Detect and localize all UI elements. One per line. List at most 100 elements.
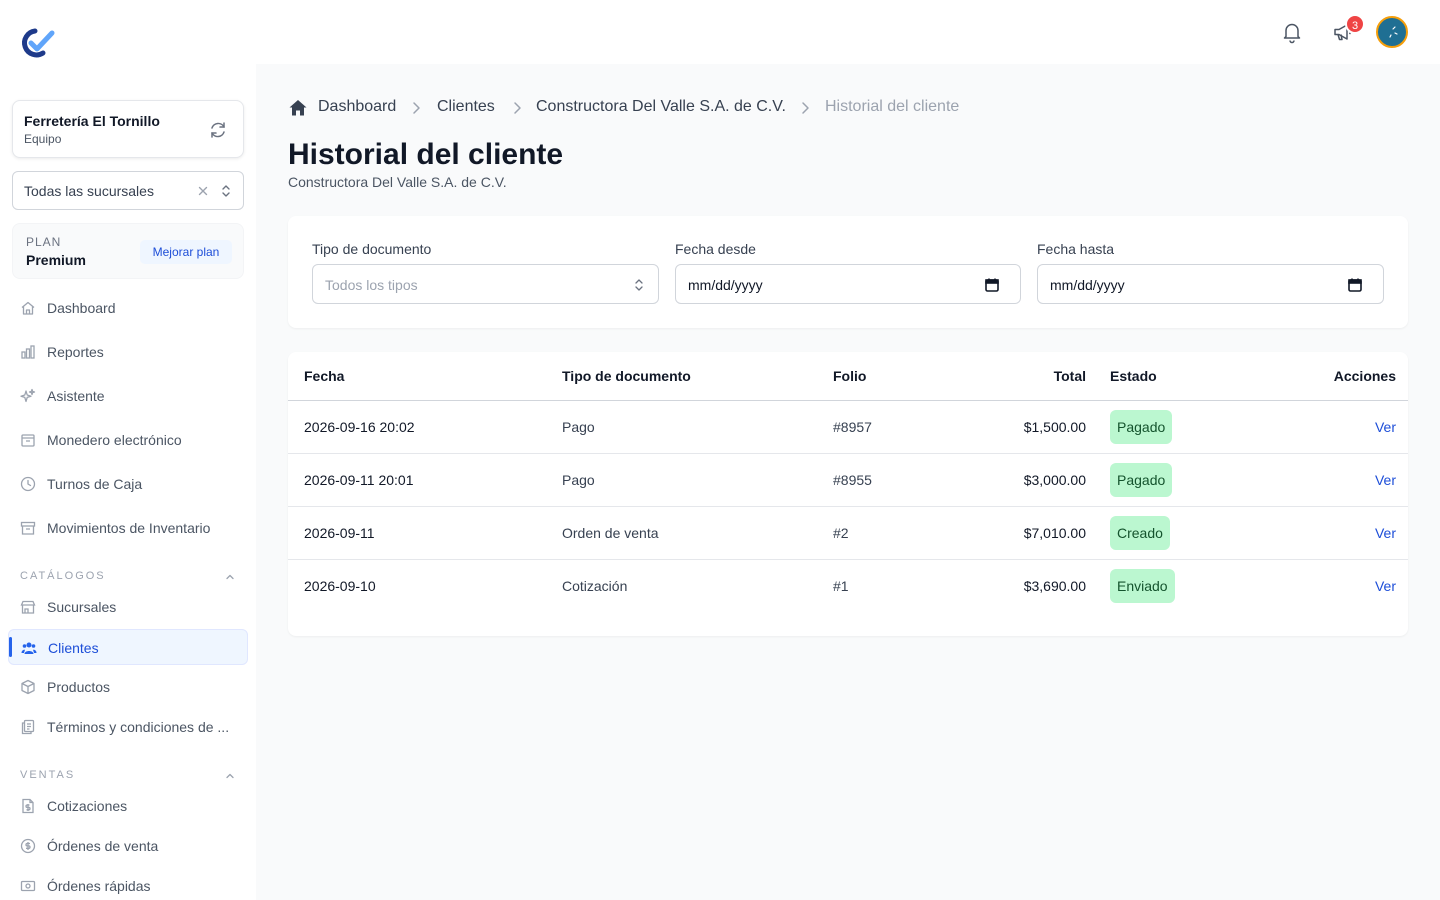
page-title: Historial del cliente bbox=[288, 138, 564, 171]
clear-icon[interactable] bbox=[195, 183, 211, 199]
breadcrumb-link-clientes[interactable]: Clientes bbox=[437, 98, 495, 116]
dollar-circle-icon bbox=[20, 838, 36, 854]
sidebar-item-label: Reportes bbox=[47, 344, 104, 360]
plan-name: Premium bbox=[26, 252, 86, 268]
sidebar-item-label: Monedero electrónico bbox=[47, 432, 182, 448]
cell-folio: #8957 bbox=[833, 419, 872, 435]
sidebar-item-productos[interactable]: Productos bbox=[8, 669, 248, 705]
table-row: 2026-09-10 Cotización #1 $3,690.00 Envia… bbox=[288, 560, 1408, 613]
home-icon[interactable] bbox=[288, 98, 308, 118]
sidebar-item-label: Asistente bbox=[47, 388, 105, 404]
sidebar-item-turnos[interactable]: Turnos de Caja bbox=[8, 466, 248, 502]
column-header-folio[interactable]: Folio bbox=[833, 368, 866, 384]
branch-select[interactable]: Todas las sucursales bbox=[12, 171, 244, 210]
sidebar-item-monedero[interactable]: Monedero electrónico bbox=[8, 422, 248, 458]
sidebar-item-cotizaciones[interactable]: Cotizaciones bbox=[8, 788, 248, 824]
breadcrumb-link-cliente[interactable]: Constructora Del Valle S.A. de C.V. bbox=[536, 98, 786, 116]
sidebar-item-movimientos[interactable]: Movimientos de Inventario bbox=[8, 510, 248, 546]
calendar-icon[interactable] bbox=[984, 277, 1000, 293]
sidebar-item-label: Cotizaciones bbox=[47, 798, 128, 814]
date-from-input[interactable]: mm/dd/yyyy bbox=[675, 264, 1021, 304]
home-icon bbox=[20, 300, 36, 316]
cell-total: $3,690.00 bbox=[1023, 578, 1086, 594]
cell-total: $1,500.00 bbox=[1023, 419, 1086, 435]
column-header-total[interactable]: Total bbox=[1054, 368, 1086, 384]
doc-type-placeholder: Todos los tipos bbox=[325, 277, 418, 293]
table-row: 2026-09-11 20:01 Pago #8955 $3,000.00 Pa… bbox=[288, 454, 1408, 507]
active-indicator bbox=[9, 637, 12, 657]
chevron-up-down-icon bbox=[632, 277, 646, 293]
view-link[interactable]: Ver bbox=[1375, 525, 1396, 541]
topbar: 3 bbox=[256, 0, 1440, 64]
breadcrumb-current: Historial del cliente bbox=[825, 98, 960, 115]
sidebar-item-clientes[interactable]: Clientes bbox=[8, 629, 248, 665]
cell-tipo: Pago bbox=[562, 472, 595, 488]
view-link[interactable]: Ver bbox=[1375, 419, 1396, 435]
wallet-icon bbox=[20, 432, 36, 448]
date-from-label: Fecha desde bbox=[675, 241, 756, 257]
sidebar-item-ordenes-venta[interactable]: Órdenes de venta bbox=[8, 828, 248, 864]
calendar-icon[interactable] bbox=[1347, 277, 1363, 293]
chevron-up-icon[interactable] bbox=[224, 570, 236, 582]
plan-label: PLAN bbox=[26, 235, 62, 249]
cell-total: $3,000.00 bbox=[1023, 472, 1086, 488]
date-to-label: Fecha hasta bbox=[1037, 241, 1115, 257]
cash-icon bbox=[20, 878, 36, 894]
sidebar-item-terminos[interactable]: Términos y condiciones de ... bbox=[8, 709, 248, 745]
column-header-tipo[interactable]: Tipo de documento bbox=[562, 368, 691, 384]
column-header-estado[interactable]: Estado bbox=[1110, 368, 1157, 384]
status-badge: Enviado bbox=[1110, 569, 1175, 603]
sidebar-item-label: Productos bbox=[47, 679, 111, 695]
cell-fecha: 2026-09-16 20:02 bbox=[304, 419, 415, 435]
table-row: 2026-09-11 Orden de venta #2 $7,010.00 C… bbox=[288, 507, 1408, 560]
sidebar-item-ordenes-rapidas[interactable]: Órdenes rápidas bbox=[8, 868, 248, 900]
view-link[interactable]: Ver bbox=[1375, 578, 1396, 594]
clock-icon bbox=[20, 476, 36, 492]
archive-icon bbox=[20, 520, 36, 536]
section-title-ventas: VENTAS bbox=[20, 769, 76, 781]
cell-tipo: Pago bbox=[562, 419, 595, 435]
chevron-up-down-icon bbox=[218, 183, 234, 199]
avatar[interactable] bbox=[1376, 16, 1408, 48]
doc-type-select[interactable]: Todos los tipos bbox=[312, 264, 659, 304]
status-badge: Pagado bbox=[1110, 410, 1173, 444]
chevron-right-icon bbox=[509, 100, 525, 116]
status-badge: Creado bbox=[1110, 516, 1170, 550]
upgrade-plan-button[interactable]: Mejorar plan bbox=[140, 240, 232, 264]
notification-badge: 3 bbox=[1345, 14, 1365, 34]
sidebar-item-label: Términos y condiciones de ... bbox=[47, 719, 230, 735]
chevron-right-icon bbox=[408, 100, 424, 116]
sidebar-item-reportes[interactable]: Reportes bbox=[8, 334, 248, 370]
view-link[interactable]: Ver bbox=[1375, 472, 1396, 488]
cell-folio: #1 bbox=[833, 578, 849, 594]
filters-panel: Tipo de documento Todos los tipos Fecha … bbox=[288, 216, 1408, 328]
store-icon bbox=[20, 599, 36, 615]
bell-icon[interactable] bbox=[1280, 20, 1304, 44]
bar-chart-icon bbox=[20, 344, 36, 360]
column-header-acciones: Acciones bbox=[1333, 368, 1396, 384]
cell-fecha: 2026-09-10 bbox=[304, 578, 376, 594]
branch-select-value: Todas las sucursales bbox=[24, 183, 154, 199]
cell-folio: #8955 bbox=[833, 472, 872, 488]
org-name: Ferretería El Tornillo bbox=[24, 113, 160, 129]
date-to-input[interactable]: mm/dd/yyyy bbox=[1037, 264, 1384, 304]
chevron-right-icon bbox=[797, 100, 813, 116]
date-to-value: mm/dd/yyyy bbox=[1050, 277, 1125, 293]
history-table: Fecha Tipo de documento Folio Total Esta… bbox=[288, 352, 1408, 636]
sidebar-item-sucursales[interactable]: Sucursales bbox=[8, 589, 248, 625]
sidebar-item-asistente[interactable]: Asistente bbox=[8, 378, 248, 414]
sidebar-item-label: Órdenes de venta bbox=[47, 838, 159, 854]
cell-fecha: 2026-09-11 20:01 bbox=[304, 472, 414, 488]
brand-logo-icon[interactable] bbox=[19, 27, 57, 59]
breadcrumb-link-dashboard[interactable]: Dashboard bbox=[318, 98, 396, 116]
refresh-icon[interactable] bbox=[208, 120, 228, 140]
sidebar-item-dashboard[interactable]: Dashboard bbox=[8, 290, 248, 326]
plan-card: PLAN Premium Mejorar plan bbox=[12, 223, 244, 279]
status-badge: Pagado bbox=[1110, 463, 1173, 497]
column-header-fecha[interactable]: Fecha bbox=[304, 368, 344, 384]
cell-folio: #2 bbox=[833, 525, 849, 541]
cell-fecha: 2026-09-11 bbox=[304, 525, 375, 541]
cell-tipo: Cotización bbox=[562, 578, 628, 594]
chevron-up-icon[interactable] bbox=[224, 769, 236, 781]
org-switcher[interactable]: Ferretería El Tornillo Equipo bbox=[12, 100, 244, 158]
